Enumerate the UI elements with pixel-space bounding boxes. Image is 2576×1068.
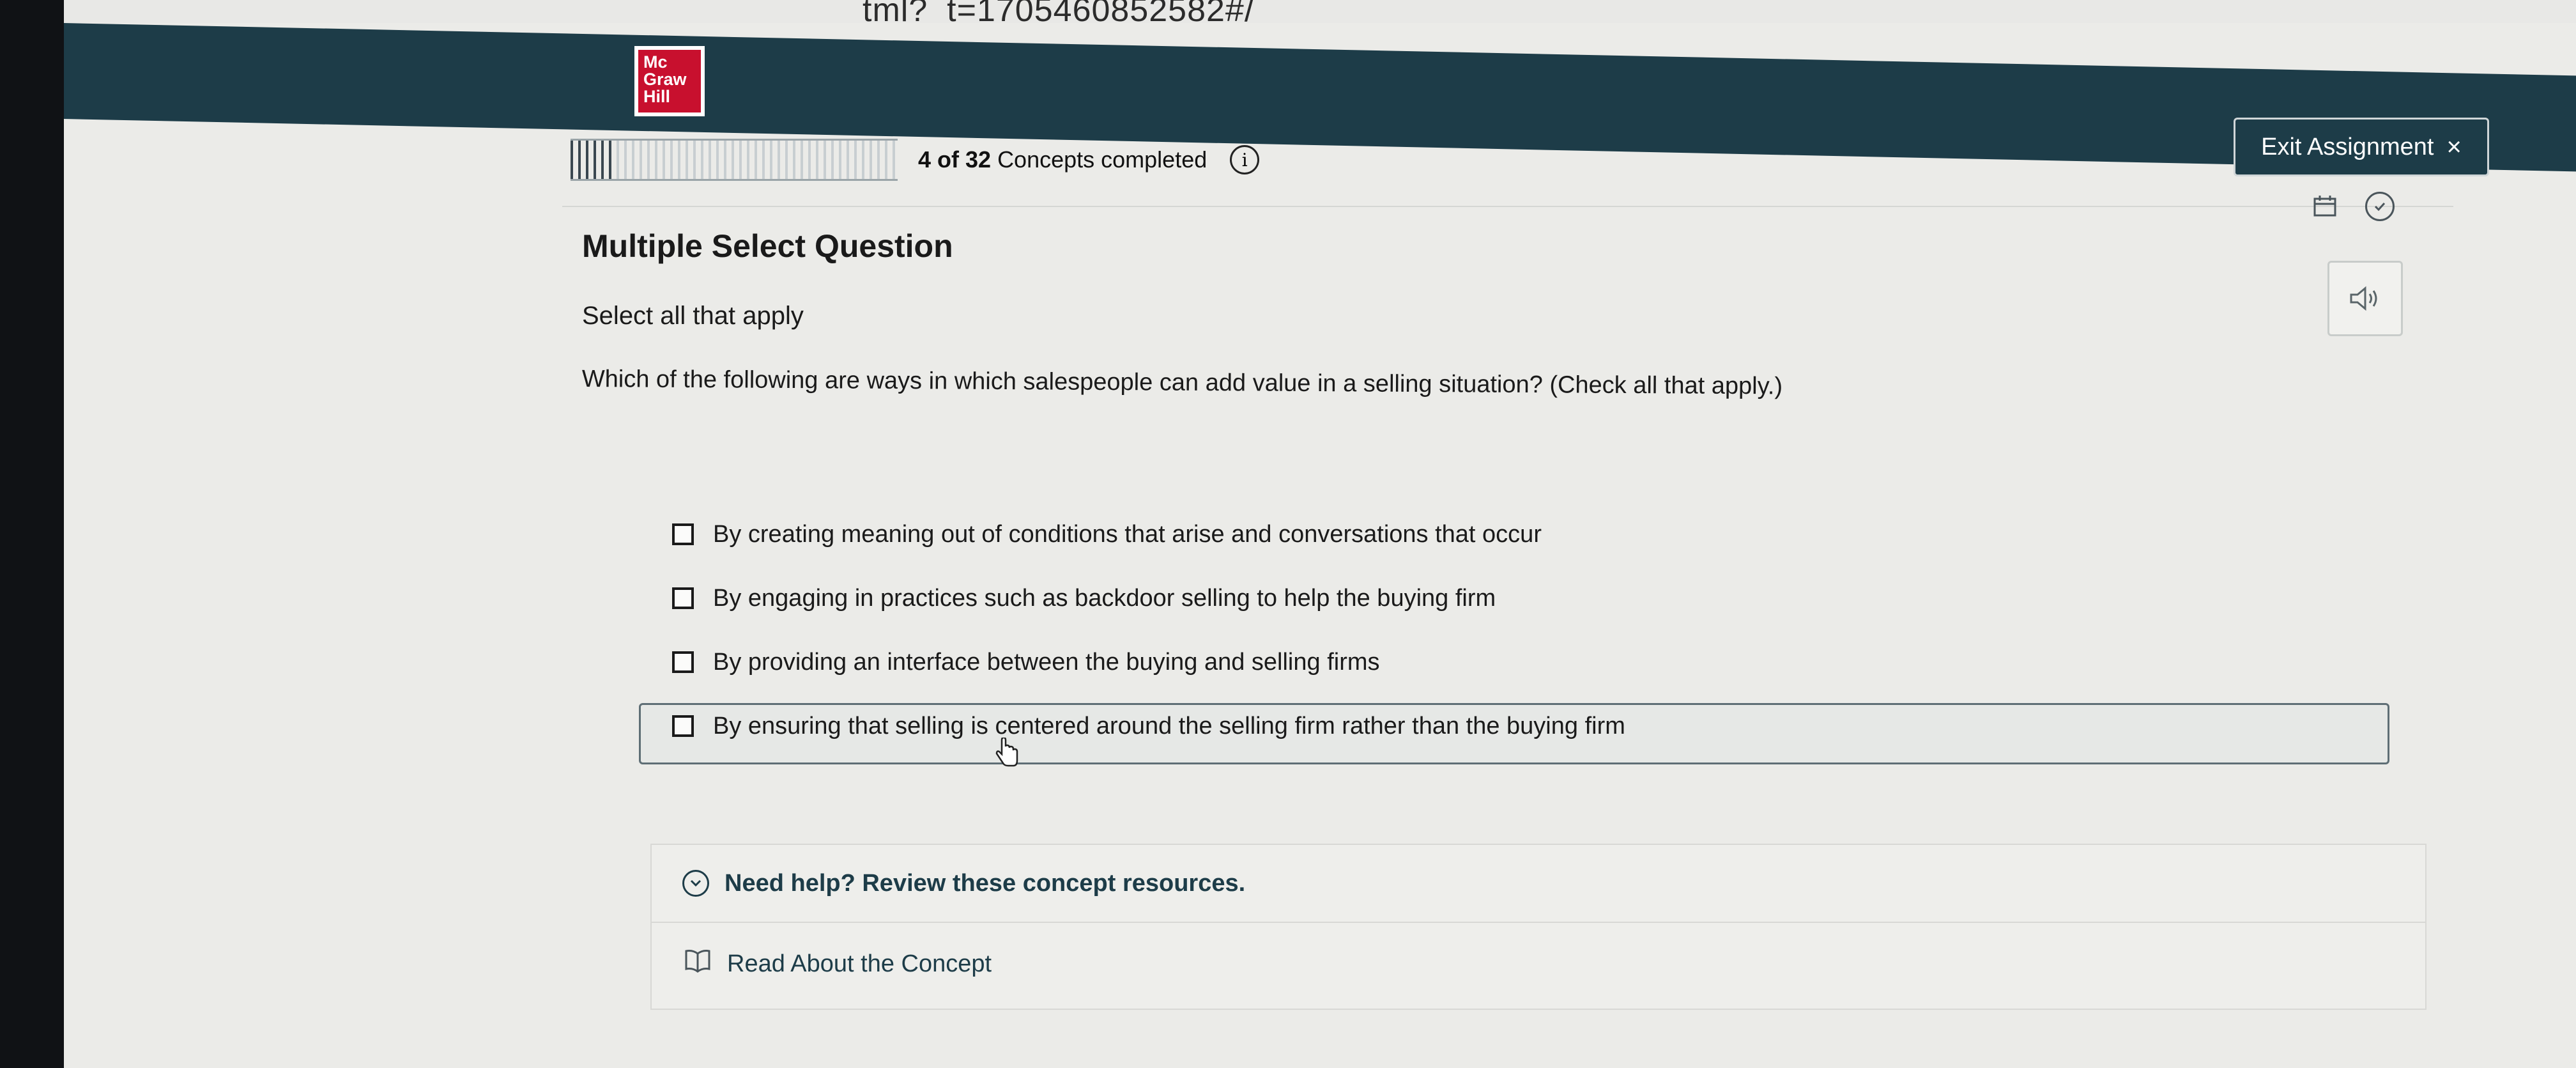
- header-divider: [562, 206, 2453, 207]
- question-type-heading: Multiple Select Question: [582, 228, 953, 264]
- close-icon: ×: [2446, 132, 2462, 161]
- progress-label: Concepts completed: [997, 146, 1208, 173]
- url-text: tml?_t=1705460852582#/: [862, 0, 1255, 24]
- option-label: By engaging in practices such as backdoo…: [713, 584, 1496, 612]
- browser-url-bar: tml?_t=1705460852582#/: [64, 0, 2576, 24]
- option-checkbox[interactable]: [672, 523, 694, 545]
- header-bar: [64, 23, 2576, 172]
- option-checkbox[interactable]: [672, 651, 694, 673]
- speaker-icon: [2350, 286, 2377, 311]
- concept-resources-toggle[interactable]: Need help? Review these concept resource…: [652, 845, 2425, 923]
- progress-text: 4 of 32 Concepts completed: [918, 146, 1207, 173]
- mcgraw-hill-logo: Mc Graw Hill: [634, 46, 705, 116]
- option-checkbox[interactable]: [672, 587, 694, 609]
- exit-assignment-label: Exit Assignment: [2261, 133, 2434, 160]
- option-label: By ensuring that selling is centered aro…: [713, 712, 1625, 739]
- read-aloud-button[interactable]: [2327, 261, 2403, 336]
- question-instruction: Select all that apply: [582, 302, 804, 330]
- chevron-down-icon: [682, 870, 709, 897]
- concept-resources-title: Need help? Review these concept resource…: [724, 869, 1246, 897]
- option-label: By providing an interface between the bu…: [713, 648, 1380, 676]
- option-checkbox[interactable]: [672, 715, 694, 737]
- concept-resources-panel: Need help? Review these concept resource…: [650, 844, 2426, 1010]
- book-icon: [684, 948, 712, 979]
- answer-option[interactable]: By engaging in practices such as backdoo…: [672, 566, 1625, 630]
- progress-row: 4 of 32 Concepts completed i: [571, 134, 1260, 185]
- answer-options: By creating meaning out of conditions th…: [672, 502, 1625, 758]
- hand-cursor-icon: [994, 736, 1020, 768]
- option-label: By creating meaning out of conditions th…: [713, 520, 1542, 548]
- progress-count: 4 of 32: [918, 146, 992, 173]
- info-icon[interactable]: i: [1230, 145, 1260, 174]
- answer-option[interactable]: By ensuring that selling is centered aro…: [672, 694, 1625, 758]
- read-about-concept-link[interactable]: Read About the Concept: [652, 924, 2425, 1003]
- calendar-icon[interactable]: [2310, 192, 2340, 221]
- check-circle-icon[interactable]: [2365, 192, 2395, 221]
- answer-option[interactable]: By providing an interface between the bu…: [672, 630, 1625, 694]
- tool-icons: [2310, 192, 2395, 221]
- read-about-concept-label: Read About the Concept: [727, 950, 992, 977]
- exit-assignment-button[interactable]: Exit Assignment ×: [2234, 118, 2489, 176]
- concept-progress-bar: [571, 139, 898, 181]
- answer-option[interactable]: By creating meaning out of conditions th…: [672, 502, 1625, 566]
